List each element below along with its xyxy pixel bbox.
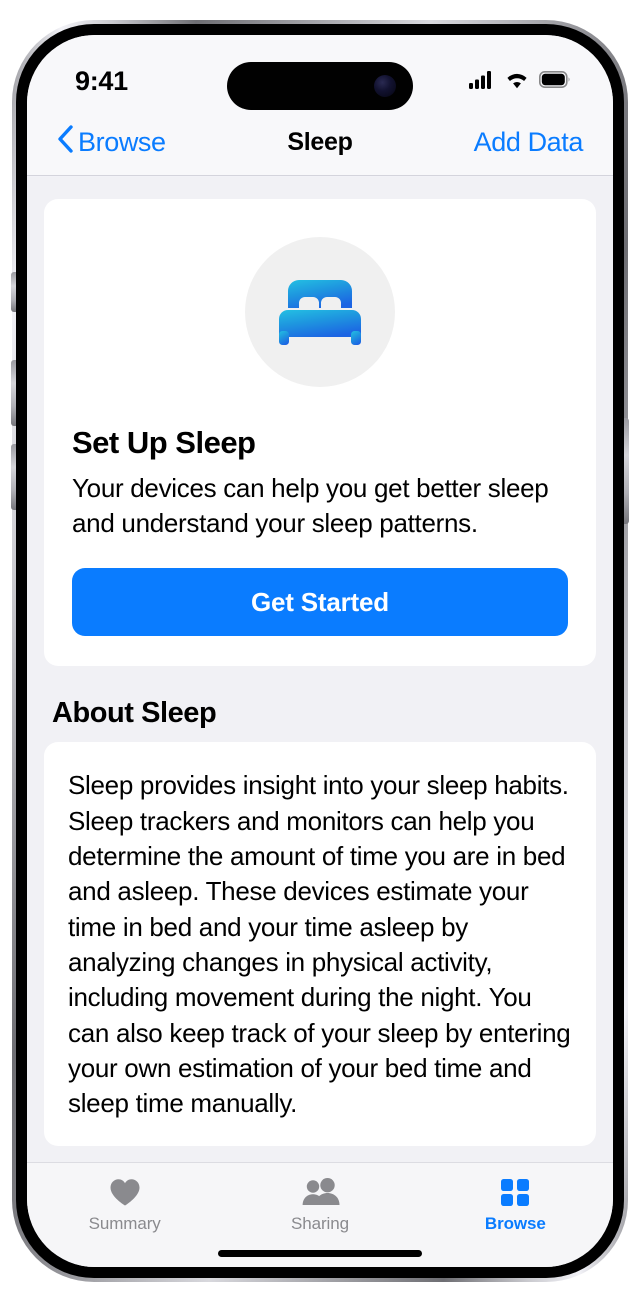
get-started-button[interactable]: Get Started [72, 568, 568, 637]
phone-screen: 9:41 Browse Sleep Add Data Set Up Sleep … [27, 35, 613, 1267]
volume-up-button[interactable] [11, 360, 16, 426]
home-indicator[interactable] [218, 1250, 422, 1257]
front-camera-icon [374, 75, 396, 97]
set-up-sleep-card: Set Up Sleep Your devices can help you g… [44, 199, 596, 667]
scroll-content[interactable]: Set Up Sleep Your devices can help you g… [27, 177, 613, 1162]
grid-icon [500, 1177, 530, 1207]
tab-summary-label: Summary [88, 1214, 161, 1233]
dynamic-island [227, 62, 413, 110]
tab-browse[interactable]: Browse [418, 1163, 613, 1267]
about-sleep-body: Sleep provides insight into your sleep h… [68, 770, 571, 1119]
tab-summary[interactable]: Summary [27, 1163, 222, 1267]
iphone-device-frame: 9:41 Browse Sleep Add Data Set Up Sleep … [11, 20, 629, 1282]
about-sleep-card: Sleep provides insight into your sleep h… [44, 742, 596, 1146]
heart-icon [109, 1177, 141, 1207]
volume-down-button[interactable] [11, 444, 16, 510]
wifi-icon [504, 70, 530, 94]
phone-bezel: 9:41 Browse Sleep Add Data Set Up Sleep … [11, 24, 629, 1278]
battery-full-icon [539, 70, 571, 93]
back-button-label: Browse [78, 127, 166, 157]
action-button[interactable] [11, 272, 16, 312]
power-button[interactable] [624, 418, 629, 524]
about-sleep-heading: About Sleep [52, 697, 217, 730]
page-title: Sleep [287, 128, 353, 156]
status-bar-indicators [469, 70, 577, 94]
tab-browse-label: Browse [484, 1214, 546, 1233]
setup-card-description: Your devices can help you get better sle… [72, 473, 549, 538]
setup-card-title: Set Up Sleep [72, 425, 256, 460]
status-bar-time: 9:41 [75, 66, 128, 96]
people-icon [300, 1177, 340, 1207]
bed-icon [275, 271, 365, 354]
sleep-icon-container [245, 237, 395, 387]
tab-sharing-label: Sharing [291, 1214, 349, 1233]
navigation-bar: Browse Sleep Add Data [27, 110, 613, 176]
chevron-left-icon [57, 125, 73, 160]
add-data-button[interactable]: Add Data [474, 127, 584, 158]
back-button-browse[interactable]: Browse [57, 125, 166, 160]
cellular-signal-icon [469, 70, 495, 94]
